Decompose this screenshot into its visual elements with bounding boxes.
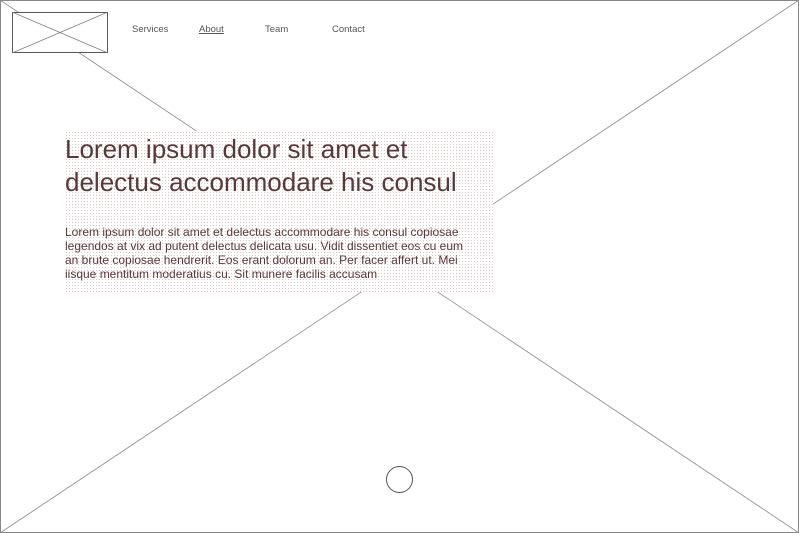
hero-title: Lorem ipsum dolor sit amet et delectus a… [65,134,457,197]
carousel-indicator[interactable] [386,466,413,493]
nav-item-contact[interactable]: Contact [332,24,365,35]
hero-text-block: Lorem ipsum dolor sit amet et delectus a… [65,131,493,292]
image-placeholder-icon [12,12,108,53]
nav-item-about[interactable]: About [199,24,224,35]
nav-item-services[interactable]: Services [132,24,168,35]
logo[interactable] [12,12,108,53]
nav-item-team[interactable]: Team [265,24,288,35]
hero-body-text: Lorem ipsum dolor sit amet et delectus a… [65,225,464,281]
